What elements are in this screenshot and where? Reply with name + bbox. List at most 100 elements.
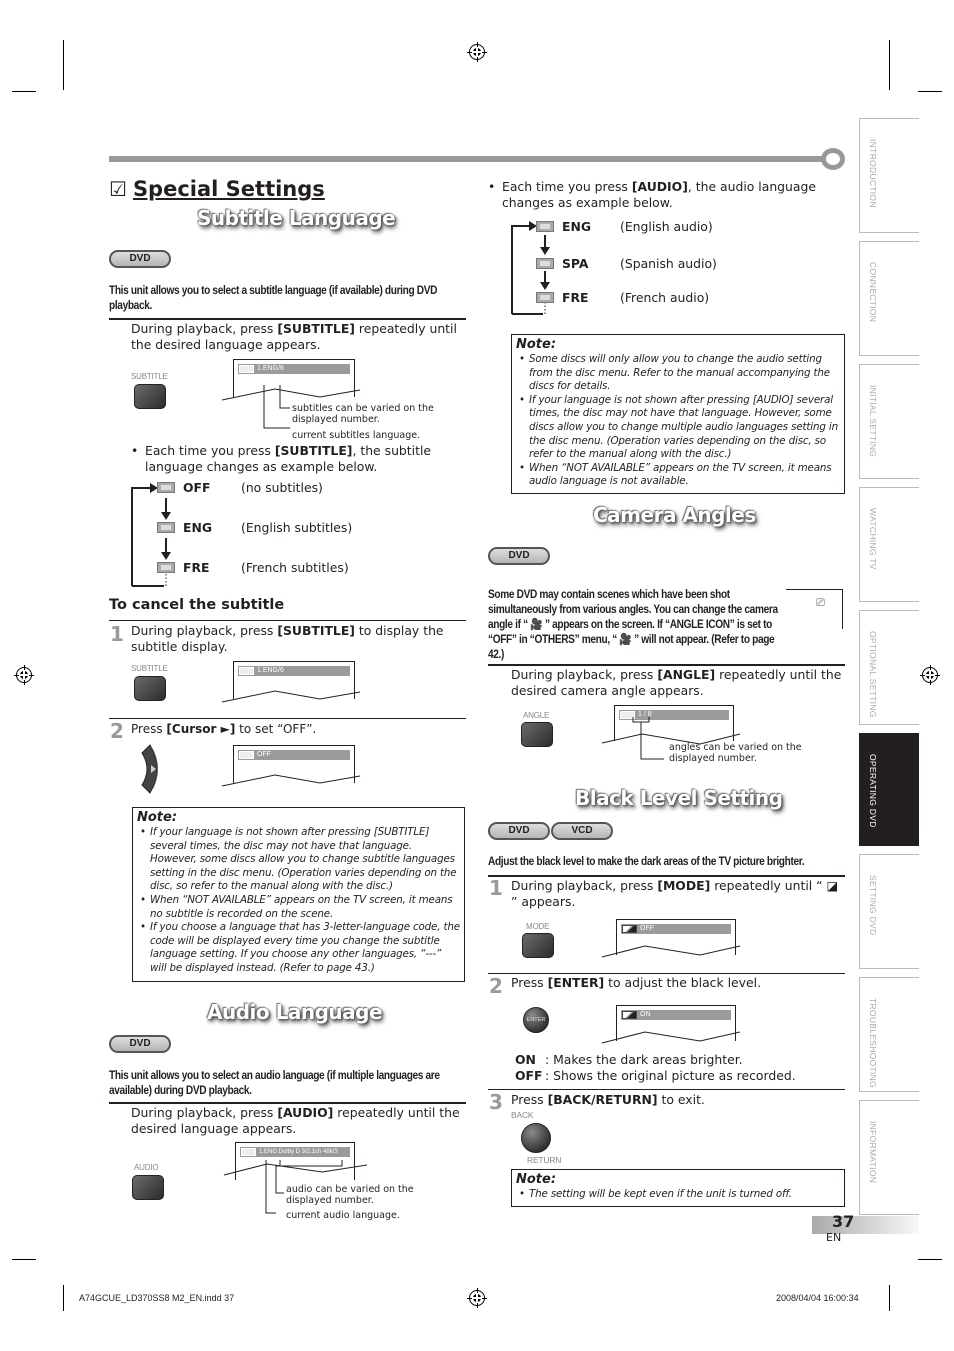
cancel-subtitle-heading: To cancel the subtitle (109, 597, 285, 613)
crop-mark (889, 40, 890, 90)
subtitle-icon (157, 522, 175, 533)
black-level-icon (622, 1011, 637, 1019)
step-text: Press [BACK/RETURN] to exit. (511, 1092, 705, 1107)
step-number: 2 (489, 974, 503, 998)
step-text: During playback, press [SUBTITLE] repeat… (131, 321, 457, 352)
step-number: 1 (110, 622, 124, 646)
black-level-icon (622, 925, 637, 933)
section-intro: This unit allows you to select a subtitl… (109, 285, 438, 312)
cursor-right-button[interactable] (140, 743, 166, 795)
return-button-label: RETURN (527, 1155, 562, 1165)
osd-edge (601, 1031, 741, 1044)
cycle-item: ENG (English audio) (536, 219, 713, 234)
cycle-item: SPA (Spanish audio) (536, 256, 717, 271)
osd-edge (221, 774, 361, 787)
side-tab-watching-tv[interactable]: WATCHING TV (859, 487, 919, 602)
subtitle-icon (157, 562, 175, 573)
registration-mark-icon (920, 665, 940, 685)
note-item: When “NOT AVAILABLE” appears on the TV s… (137, 894, 460, 921)
side-tab-introduction[interactable]: INTRODUCTION (859, 118, 919, 233)
section-title-subtitle: Subtitle Language (197, 206, 396, 230)
note-item: If your language is not shown after pres… (137, 826, 460, 894)
note-item: Some discs will only allow you to change… (516, 353, 840, 394)
cycle-item: ENG (English subtitles) (157, 520, 352, 535)
divider (488, 875, 845, 877)
step-text: Press [Cursor ►] to set “OFF”. (131, 722, 317, 736)
dvd-badge: DVD (488, 822, 550, 840)
audio-button-label: AUDIO (134, 1163, 159, 1172)
footer-timestamp: 2008/04/04 16:00:34 (776, 1293, 859, 1303)
divider (109, 620, 466, 621)
crop-mark (889, 1285, 890, 1311)
step-number: 2 (110, 719, 124, 743)
option-on: ON: Makes the dark areas brighter. (515, 1052, 743, 1067)
divider (109, 318, 466, 320)
bullet-text: • Each time you press [SUBTITLE], the sub… (131, 443, 432, 474)
side-tab-optional-setting[interactable]: OPTIONAL SETTING (859, 610, 919, 725)
side-tab-initial-setting[interactable]: INITIAL SETTING (859, 364, 919, 479)
option-off: OFF: Shows the original picture as recor… (515, 1068, 796, 1083)
header-rule (109, 156, 823, 162)
page-language: EN (826, 1231, 842, 1244)
subtitle-icon (239, 667, 254, 675)
step-text: Press [ENTER] to adjust the black level. (511, 975, 762, 990)
registration-mark-icon (467, 1288, 487, 1308)
subtitle-icon (157, 482, 175, 493)
side-tab-information[interactable]: INFORMATION (859, 1100, 919, 1215)
page-number: 37 (832, 1212, 855, 1231)
cycle-item: OFF (no subtitles) (157, 480, 323, 495)
note-item: If your language is not shown after pres… (516, 394, 840, 462)
callout-text: audio can be varied on the displayed num… (286, 1184, 414, 1206)
subtitle-icon (239, 365, 254, 373)
subtitle-remote-button[interactable] (134, 384, 166, 409)
dvd-badge: DVD (488, 547, 550, 565)
crop-mark (12, 1259, 36, 1260)
note-item: If you choose a language that has 3-lett… (137, 921, 460, 975)
section-title-black-level: Black Level Setting (575, 786, 783, 810)
crop-mark (918, 1259, 942, 1260)
crop-mark (12, 91, 36, 92)
back-button-label: BACK (511, 1110, 534, 1120)
cycle-item: FRE (French subtitles) (157, 560, 349, 575)
divider (488, 973, 845, 974)
step-number: 1 (489, 876, 503, 900)
side-tab-connection[interactable]: CONNECTION (859, 241, 919, 356)
angle-remote-button[interactable] (521, 722, 553, 747)
section-intro: This unit allows you to select an audio … (109, 1070, 440, 1097)
audio-icon (241, 1148, 256, 1156)
camera-angle-icon: ⎚ (816, 596, 825, 609)
divider (109, 718, 466, 719)
osd-edge (601, 945, 741, 958)
side-tab-operating-dvd[interactable]: OPERATING DVD (859, 733, 919, 846)
callout-text: subtitles can be varied on the displayed… (292, 403, 434, 425)
dvd-badge: DVD (109, 1035, 171, 1053)
note-item: When “NOT AVAILABLE” appears on the TV s… (516, 462, 840, 489)
registration-mark-icon (14, 665, 34, 685)
divider (488, 1089, 845, 1090)
dvd-badge: DVD (109, 250, 171, 268)
step-number: 3 (489, 1090, 503, 1114)
subtitle-button-label: SUBTITLE (131, 664, 168, 673)
note-box: Note: The setting will be kept even if t… (511, 1169, 845, 1207)
side-tab-troubleshooting[interactable]: TROUBLESHOOTING (859, 977, 919, 1092)
checkbox-icon: ☑ (109, 177, 127, 201)
mode-remote-button[interactable] (522, 933, 554, 958)
enter-button[interactable]: ENTER (523, 1007, 549, 1033)
back-return-button[interactable] (521, 1123, 551, 1153)
subtitle-button-label: SUBTITLE (131, 372, 168, 381)
step-text: During playback, press [AUDIO] repeatedl… (131, 1105, 460, 1136)
audio-remote-button[interactable] (132, 1175, 164, 1200)
note-box: Note: Some discs will only allow you to … (511, 334, 845, 494)
side-tab-setting-dvd[interactable]: SETTING DVD (859, 854, 919, 969)
page-title: ☑ Special Settings (109, 177, 325, 201)
audio-icon (536, 292, 554, 303)
header-ring-icon (821, 148, 845, 170)
bullet-text: • Each time you press [AUDIO], the audio … (488, 179, 816, 210)
registration-mark-icon (467, 42, 487, 62)
subtitle-remote-button[interactable] (134, 676, 166, 701)
angle-button-label: ANGLE (523, 711, 550, 720)
note-box: Note: If your language is not shown afte… (132, 807, 465, 982)
section-intro: Adjust the black level to make the dark … (488, 856, 805, 868)
audio-icon (536, 258, 554, 269)
crop-mark (63, 1285, 64, 1311)
